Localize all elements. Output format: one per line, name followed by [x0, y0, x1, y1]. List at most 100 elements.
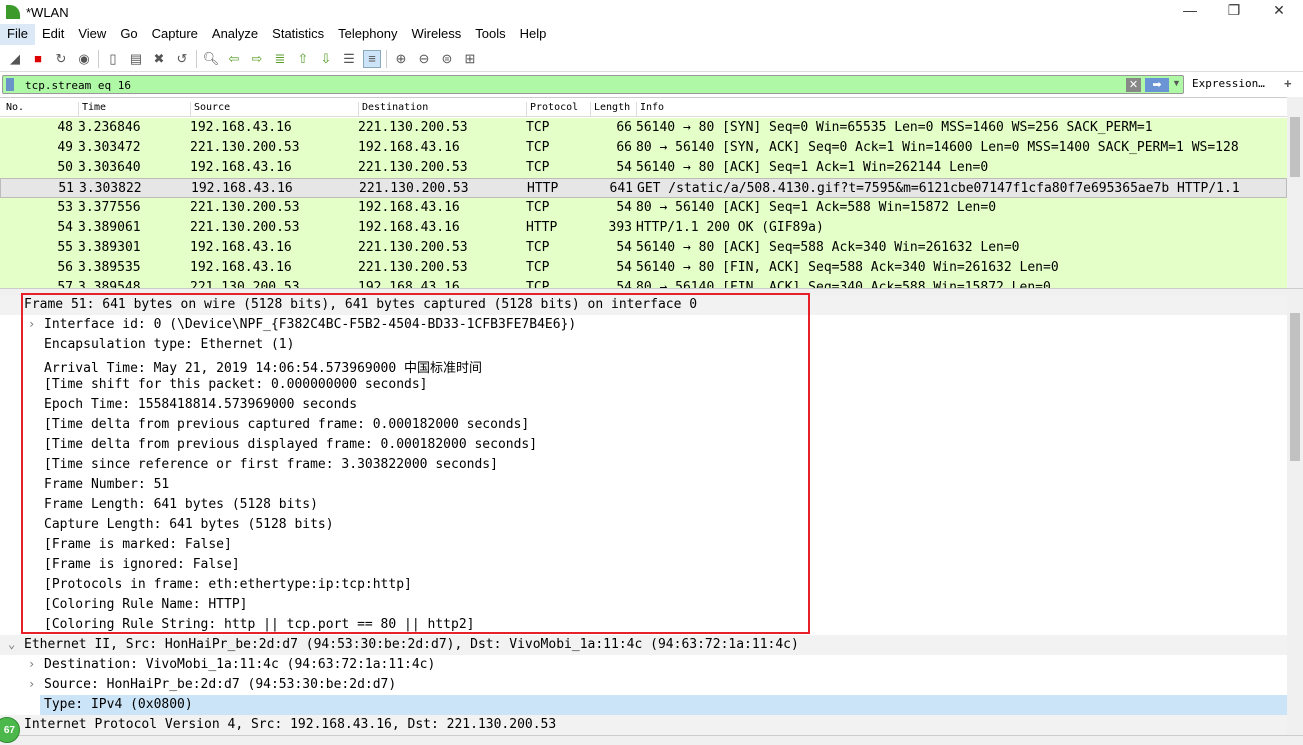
detail-text: Source: HonHaiPr_be:2d:d7 (94:53:30:be:2… — [44, 677, 397, 692]
packet-no: 55 — [57, 240, 73, 255]
detail-row[interactable]: [Frame is ignored: False] — [0, 555, 1287, 575]
detail-row[interactable]: [Coloring Rule Name: HTTP] — [0, 595, 1287, 615]
packet-dst: 192.168.43.16 — [358, 140, 460, 155]
menu-edit[interactable]: Edit — [35, 24, 71, 45]
clear-filter-icon[interactable]: ✕ — [1126, 78, 1141, 92]
close-button[interactable]: ✕ — [1264, 2, 1294, 22]
packet-row[interactable]: 48 3.236846 192.168.43.16 221.130.200.53 TCP… — [0, 118, 1287, 138]
packet-details-scrollbar[interactable] — [1287, 295, 1303, 735]
packet-list[interactable]: No. Time Source Destination Protocol Length In… — [0, 97, 1303, 288]
column-header-info[interactable]: Info — [636, 102, 664, 117]
detail-text: [Frame is ignored: False] — [44, 557, 240, 572]
packet-row[interactable]: 56 3.389535 192.168.43.16 221.130.200.53 TCP… — [0, 258, 1287, 278]
detail-row[interactable]: Type: IPv4 (0x0800) — [40, 695, 1287, 715]
colorize-icon[interactable]: ≡ — [363, 49, 381, 68]
resize-columns-icon[interactable]: ⊞ — [461, 50, 479, 68]
bookmark-icon[interactable] — [6, 78, 14, 91]
menu-analyze[interactable]: Analyze — [205, 24, 265, 45]
window-title: *WLAN — [26, 4, 69, 20]
chevron-right-icon[interactable]: › — [28, 657, 35, 671]
menu-capture[interactable]: Capture — [145, 24, 205, 45]
menu-file[interactable]: File — [0, 24, 35, 45]
find-icon[interactable]: 🔍︎ — [202, 50, 220, 68]
column-header-time[interactable]: Time — [78, 102, 106, 117]
packet-row[interactable]: 54 3.389061 221.130.200.53 192.168.43.16 HTT… — [0, 218, 1287, 238]
menu-telephony[interactable]: Telephony — [331, 24, 404, 45]
packet-dst: 221.130.200.53 — [358, 160, 468, 175]
chevron-down-icon[interactable]: ⌄ — [8, 637, 15, 651]
forward-icon[interactable]: ⇨ — [248, 50, 266, 68]
maximize-button[interactable]: ❐ — [1219, 2, 1249, 22]
close-file-icon[interactable]: ✖ — [150, 50, 168, 68]
detail-row[interactable]: › Destination: VivoMobi_1a:11:4c (94:63:7… — [0, 655, 1287, 675]
save-icon[interactable]: ▤ — [127, 50, 145, 68]
restart-icon[interactable]: ↻ — [52, 50, 70, 68]
packet-details-tree[interactable]: Frame 51: 641 bytes on wire (5128 bits),… — [0, 295, 1287, 735]
detail-row[interactable]: [Frame is marked: False] — [0, 535, 1287, 555]
zoom-in-icon[interactable]: ⊕ — [392, 50, 410, 68]
zoom-out-icon[interactable]: ⊖ — [415, 50, 433, 68]
packet-length: 641 — [609, 181, 633, 196]
detail-text: Interface id: 0 (\Device\NPF_{F382C4BC-F… — [44, 317, 577, 332]
packet-row[interactable]: 55 3.389301 192.168.43.16 221.130.200.53 TCP… — [0, 238, 1287, 258]
menu-statistics[interactable]: Statistics — [265, 24, 331, 45]
detail-row[interactable]: [Time delta from previous displayed fram… — [0, 435, 1287, 455]
detail-row[interactable]: Frame Length: 641 bytes (5128 bits) — [0, 495, 1287, 515]
packet-row[interactable]: 50 3.303640 192.168.43.16 221.130.200.53 TCP… — [0, 158, 1287, 178]
menu-help[interactable]: Help — [513, 24, 554, 45]
packet-no: 54 — [57, 220, 73, 235]
detail-row[interactable]: [Coloring Rule String: http || tcp.port … — [0, 615, 1287, 635]
detail-row[interactable]: Arrival Time: May 21, 2019 14:06:54.5739… — [0, 355, 1287, 376]
packet-row[interactable]: 57 3.389548 221.130.200.53 192.168.43.16 TCP… — [0, 278, 1287, 288]
first-packet-icon[interactable]: ⇧ — [294, 50, 312, 68]
packet-row[interactable]: 49 3.303472 221.130.200.53 192.168.43.16 TCP… — [0, 138, 1287, 158]
packet-list-scrollbar[interactable] — [1287, 97, 1303, 288]
display-filter-input[interactable] — [25, 77, 1125, 93]
detail-row[interactable]: ⌄ Ethernet II, Src: HonHaiPr_be:2d:d7 (94… — [0, 635, 1287, 655]
menu-tools[interactable]: Tools — [468, 24, 512, 45]
detail-text: Encapsulation type: Ethernet (1) — [44, 337, 295, 352]
shark-fin-start-icon[interactable]: ◢ — [6, 50, 24, 68]
packet-row[interactable]: 51 3.303822 192.168.43.16 221.130.200.53 HTT… — [0, 178, 1287, 198]
column-header-no[interactable]: No. — [3, 102, 24, 117]
menu-view[interactable]: View — [71, 24, 113, 45]
detail-row[interactable]: › Source: HonHaiPr_be:2d:d7 (94:53:30:be:… — [0, 675, 1287, 695]
detail-row[interactable]: [Time shift for this packet: 0.000000000… — [0, 375, 1287, 395]
zoom-normal-icon[interactable]: ⊜ — [438, 50, 456, 68]
detail-row[interactable]: Epoch Time: 1558418814.573969000 seconds — [0, 395, 1287, 415]
apply-filter-arrow-icon[interactable]: ➡ — [1145, 78, 1169, 92]
detail-row[interactable]: Capture Length: 641 bytes (5128 bits) — [0, 515, 1287, 535]
pane-splitter[interactable] — [0, 288, 1303, 295]
stop-icon[interactable]: ■ — [29, 50, 47, 68]
detail-row[interactable]: › Interface id: 0 (\Device\NPF_{F382C4BC-… — [0, 315, 1287, 335]
detail-row[interactable]: Frame Number: 51 — [0, 475, 1287, 495]
detail-row[interactable]: Encapsulation type: Ethernet (1) — [0, 335, 1287, 355]
column-header-source[interactable]: Source — [190, 102, 230, 117]
chevron-down-icon[interactable]: ▼ — [1172, 78, 1181, 88]
expression-button[interactable]: Expression… — [1192, 77, 1265, 90]
open-icon[interactable]: ▯ — [104, 50, 122, 68]
back-icon[interactable]: ⇦ — [225, 50, 243, 68]
packet-row[interactable]: 53 3.377556 221.130.200.53 192.168.43.16 TCP… — [0, 198, 1287, 218]
column-header-protocol[interactable]: Protocol — [526, 102, 578, 117]
go-to-packet-icon[interactable]: ≣ — [271, 50, 289, 68]
detail-row[interactable]: [Time delta from previous captured frame… — [0, 415, 1287, 435]
last-packet-icon[interactable]: ⇩ — [317, 50, 335, 68]
options-icon[interactable]: ◉ — [75, 50, 93, 68]
menu-go[interactable]: Go — [113, 24, 144, 45]
minimize-button[interactable]: — — [1175, 2, 1205, 22]
packet-length: 54 — [616, 240, 632, 255]
detail-row[interactable]: Frame 51: 641 bytes on wire (5128 bits),… — [0, 295, 1287, 315]
detail-row[interactable]: [Time since reference or first frame: 3.… — [0, 455, 1287, 475]
chevron-right-icon[interactable]: › — [28, 317, 35, 331]
detail-row[interactable]: [Protocols in frame: eth:ethertype:ip:tc… — [0, 575, 1287, 595]
chevron-right-icon[interactable]: › — [28, 677, 35, 691]
column-header-length[interactable]: Length — [590, 102, 630, 117]
reload-icon[interactable]: ↺ — [173, 50, 191, 68]
detail-row[interactable]: Internet Protocol Version 4, Src: 192.16… — [0, 715, 1287, 735]
column-header-destination[interactable]: Destination — [358, 102, 428, 117]
menu-wireless[interactable]: Wireless — [404, 24, 468, 45]
add-filter-button[interactable]: + — [1284, 76, 1292, 91]
autoscroll-icon[interactable]: ☰ — [340, 50, 358, 68]
packet-dst: 221.130.200.53 — [359, 181, 469, 196]
